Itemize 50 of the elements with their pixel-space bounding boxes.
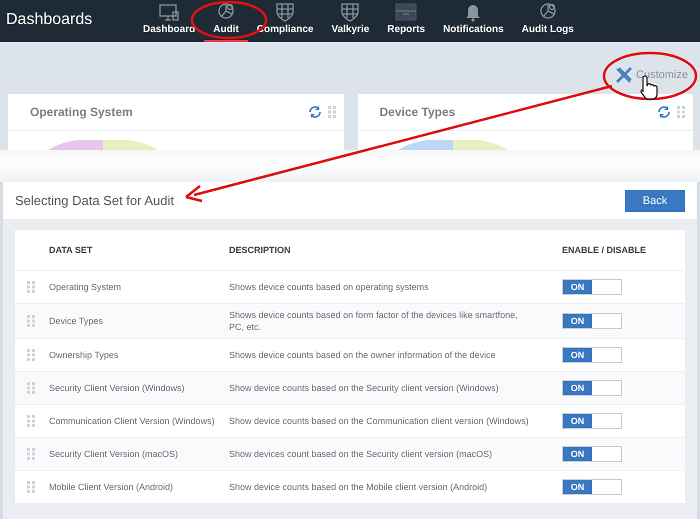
nav-tab[interactable]: Notifications <box>434 0 513 42</box>
drag-handle-icon[interactable] <box>27 349 35 362</box>
table-cell-text: Show device counts based on the Security client version (Windows) <box>229 382 500 396</box>
nav-icon <box>394 2 418 22</box>
table-cell-text: Security Client Version (Windows) <box>49 383 186 394</box>
toggle-switch[interactable]: ON <box>562 446 622 462</box>
drag-handle-icon[interactable] <box>27 281 35 293</box>
nav-icon <box>339 2 362 22</box>
table-cell-text: Shows device counts based on form factor of the devices like smartfone, PC, etc. <box>229 309 519 334</box>
toggle-switch[interactable]: ON <box>562 413 622 430</box>
card-title: Device Types <box>380 105 456 119</box>
back-button[interactable]: Back <box>625 190 685 212</box>
table-cell-text: Device Types <box>49 316 104 326</box>
table-cell-text: Show device counts based on the Mobile client version (Android) <box>229 481 488 494</box>
nav-tab[interactable]: Valkyrie <box>322 0 378 42</box>
table-cell-text: Ownership Types <box>49 350 120 360</box>
column-header: DESCRIPTION <box>229 244 292 257</box>
drag-handle-icon[interactable] <box>677 106 685 118</box>
refresh-icon[interactable] <box>657 105 671 119</box>
nav-tab[interactable]: Audit Logs <box>512 0 583 42</box>
drag-handle-icon[interactable] <box>27 382 35 394</box>
toggle-switch[interactable]: ON <box>562 313 622 330</box>
app-title: Dashboards <box>5 10 94 30</box>
panel-title: Selecting Data Set for Audit <box>15 193 174 208</box>
drag-handle-icon[interactable] <box>27 415 35 428</box>
table-cell-text: Show devices count based on the Security client version (macOS) <box>229 448 494 462</box>
table-cell-text: Security Client Version (macOS) <box>49 449 180 460</box>
refresh-icon[interactable] <box>308 105 322 119</box>
nav-tab[interactable]: Dashboard <box>134 0 204 42</box>
column-header: DATA SET <box>49 245 94 255</box>
nav-icon <box>158 4 180 22</box>
table-cell-text: Mobile Client Version (Android) <box>49 482 174 492</box>
drag-handle-icon[interactable] <box>27 448 35 460</box>
nav-icon <box>274 2 296 22</box>
toggle-switch[interactable]: ON <box>562 279 622 295</box>
toggle-switch[interactable]: ON <box>562 479 622 496</box>
table-cell-text: Shows device counts based on the owner information of the device <box>229 349 497 362</box>
customize-button[interactable]: Customize <box>615 64 688 86</box>
table-cell-text: Show device counts based on the Communication client version (Windows) <box>229 415 530 428</box>
drag-handle-icon[interactable] <box>328 106 336 118</box>
table-cell-text: Operating System <box>49 282 122 292</box>
drag-handle-icon[interactable] <box>27 481 35 494</box>
drag-handle-icon[interactable] <box>27 315 35 328</box>
nav-tab[interactable]: Reports <box>378 0 434 42</box>
toggle-switch[interactable]: ON <box>562 347 622 364</box>
toggle-switch[interactable]: ON <box>562 380 622 396</box>
card-title: Operating System <box>30 105 134 119</box>
table-cell-text: Shows device counts based on operating systems <box>229 280 430 294</box>
column-header: ENABLE / DISABLE <box>562 245 648 255</box>
table-cell-text: Communication Client Version (Windows) <box>49 416 216 426</box>
